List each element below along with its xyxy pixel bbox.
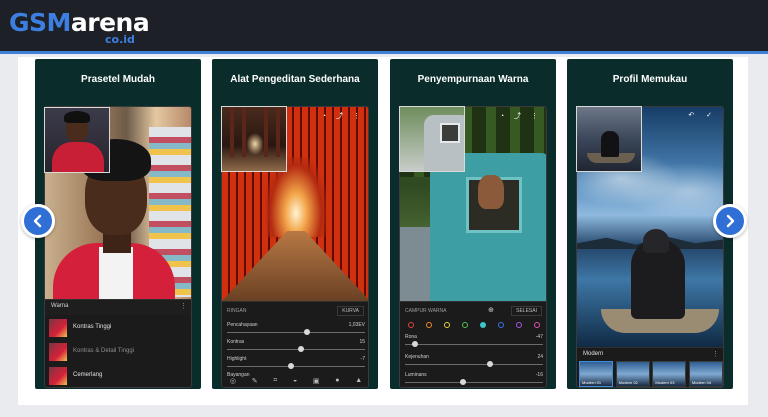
slider-knob[interactable] [411, 341, 418, 347]
slider-knob[interactable] [460, 379, 467, 385]
undo-icon[interactable]: ↶ ✓ [688, 111, 717, 119]
preset-thumbnail [49, 319, 67, 337]
gsmarena-logo[interactable]: GSMarena co.id [9, 8, 150, 46]
light-icon[interactable]: ◎ [230, 377, 236, 387]
preset-item[interactable]: Kontras Tinggi [45, 317, 191, 339]
slider-value: -16 [535, 372, 543, 378]
profile-thumb[interactable]: Modern 03 [652, 361, 687, 387]
slider-label: Highlight [227, 356, 247, 362]
profile-group-label[interactable]: Modern [583, 351, 603, 357]
share-icon[interactable]: ◔ ⤴ ⋮ [500, 111, 542, 121]
section-label: CAMPUR WARNA [405, 308, 447, 314]
contrast-slider[interactable]: Kontras 15 [227, 339, 365, 355]
color-swatch[interactable] [462, 322, 468, 328]
chevron-left-icon [33, 214, 42, 228]
carousel-slide-4: Profil Memukau ↶ ✓ Modern ⋮ Modern 01 Mo… [567, 59, 733, 389]
slider-value: -7 [360, 356, 365, 362]
color-mix-panel: CAMPUR WARNA ⊕ SELESAI Rona -47 Kejenuha… [400, 301, 546, 387]
saturation-slider[interactable]: Kejenuhan 24 [405, 354, 543, 370]
original-photo-inset [399, 106, 465, 172]
brush-icon[interactable]: ✎ [252, 377, 258, 387]
preset-thumbnail [49, 367, 67, 385]
slider-label: Rona [405, 334, 417, 340]
detail-icon[interactable]: ▲ [355, 377, 362, 387]
preset-item[interactable]: Kontras & Detail Tinggi [45, 341, 191, 363]
profile-thumb[interactable]: Modern 04 [688, 361, 723, 387]
slider-value: -47 [535, 334, 543, 340]
color-swatch[interactable] [444, 322, 450, 328]
logo-main: GSM [9, 8, 71, 37]
original-photo-inset [44, 107, 110, 173]
done-button[interactable]: SELESAI [511, 306, 542, 316]
chevron-right-icon [726, 214, 735, 228]
more-icon[interactable]: ⋮ [712, 350, 719, 358]
slide-caption: Prasetel Mudah [81, 74, 155, 85]
slider-value: 24 [537, 354, 543, 360]
crop-icon[interactable]: ⌗ [273, 377, 277, 387]
color-swatch[interactable] [408, 322, 414, 328]
carousel-slide-2: Alat Pengeditan Sederhana ◔ ⤴ ⋮ RINGAN K… [212, 59, 378, 389]
preset-label: Kontras & Detail Tinggi [73, 348, 135, 354]
slider-knob[interactable] [298, 346, 305, 352]
profile-panel-header: Modern ⋮ [577, 347, 723, 361]
original-photo-inset [576, 106, 642, 172]
slider-label: Luminans [405, 372, 427, 378]
original-photo-inset [221, 106, 287, 172]
carousel-slide-3: Penyempurnaan Warna ◔ ⤴ ⋮ CAMPUR WARNA ⊕… [390, 59, 556, 389]
hue-slider[interactable]: Rona -47 [405, 334, 543, 350]
exposure-slider[interactable]: Pencahayaan 1,03EV [227, 322, 365, 338]
section-label: RINGAN [227, 308, 247, 314]
highlight-slider[interactable]: Highlight -7 [227, 356, 365, 372]
carousel-slide-1: Prasetel Mudah Warna ⋮ Kontras Tinggi Ko… [35, 59, 201, 389]
slider-knob[interactable] [303, 329, 310, 335]
slide-caption: Alat Pengeditan Sederhana [230, 74, 360, 85]
slider-knob[interactable] [287, 363, 294, 369]
slider-knob[interactable] [486, 361, 493, 367]
color-swatch[interactable] [498, 322, 504, 328]
slide-caption: Profil Memukau [612, 74, 688, 85]
preset-item[interactable]: Cemerlang [45, 365, 191, 387]
preset-group-label[interactable]: Warna [51, 303, 68, 309]
slider-value: 15 [359, 339, 365, 345]
slider-label: Kejenuhan [405, 354, 429, 360]
color-swatch[interactable] [516, 322, 522, 328]
target-icon[interactable]: ⊕ [488, 306, 494, 314]
preset-panel-header: Warna ⋮ [45, 299, 191, 315]
profile-thumb[interactable]: Modern 01 [579, 361, 613, 387]
slide-caption: Penyempurnaan Warna [417, 74, 529, 85]
slider-label: Pencahayaan [227, 322, 258, 328]
tool-icon-row: ◎ ✎ ⌗ ◒ ▣ ● ▲ [222, 377, 368, 387]
curve-button[interactable]: KURVA [337, 306, 364, 316]
effects-icon[interactable]: ◒ [293, 377, 297, 387]
slider-value: 1,03EV [348, 322, 365, 328]
preset-thumbnail [49, 343, 67, 361]
optics-icon[interactable]: ▣ [313, 377, 320, 387]
carousel-prev-button[interactable] [21, 204, 55, 238]
edit-panel: RINGAN KURVA Pencahayaan 1,03EV Kontras … [222, 301, 368, 387]
color-swatch[interactable] [426, 322, 432, 328]
preset-label: Cemerlang [73, 372, 103, 378]
preset-label: Kontras Tinggi [73, 324, 112, 330]
profile-thumbnails: Modern 01 Modern 02 Modern 03 Modern 04 [579, 361, 723, 387]
carousel-next-button[interactable] [713, 204, 747, 238]
profile-thumb[interactable]: Modern 02 [615, 361, 650, 387]
color-swatch[interactable] [480, 322, 486, 328]
more-icon[interactable]: ⋮ [180, 302, 187, 310]
color-swatches [408, 322, 540, 330]
site-header: GSMarena co.id [0, 0, 768, 54]
slider-label: Kontras [227, 339, 245, 345]
color-swatch[interactable] [534, 322, 540, 328]
luminance-slider[interactable]: Luminans -16 [405, 372, 543, 387]
color-icon[interactable]: ● [335, 377, 339, 387]
logo-suffix: co.id [105, 33, 135, 46]
share-icon[interactable]: ◔ ⤴ ⋮ [322, 111, 364, 121]
